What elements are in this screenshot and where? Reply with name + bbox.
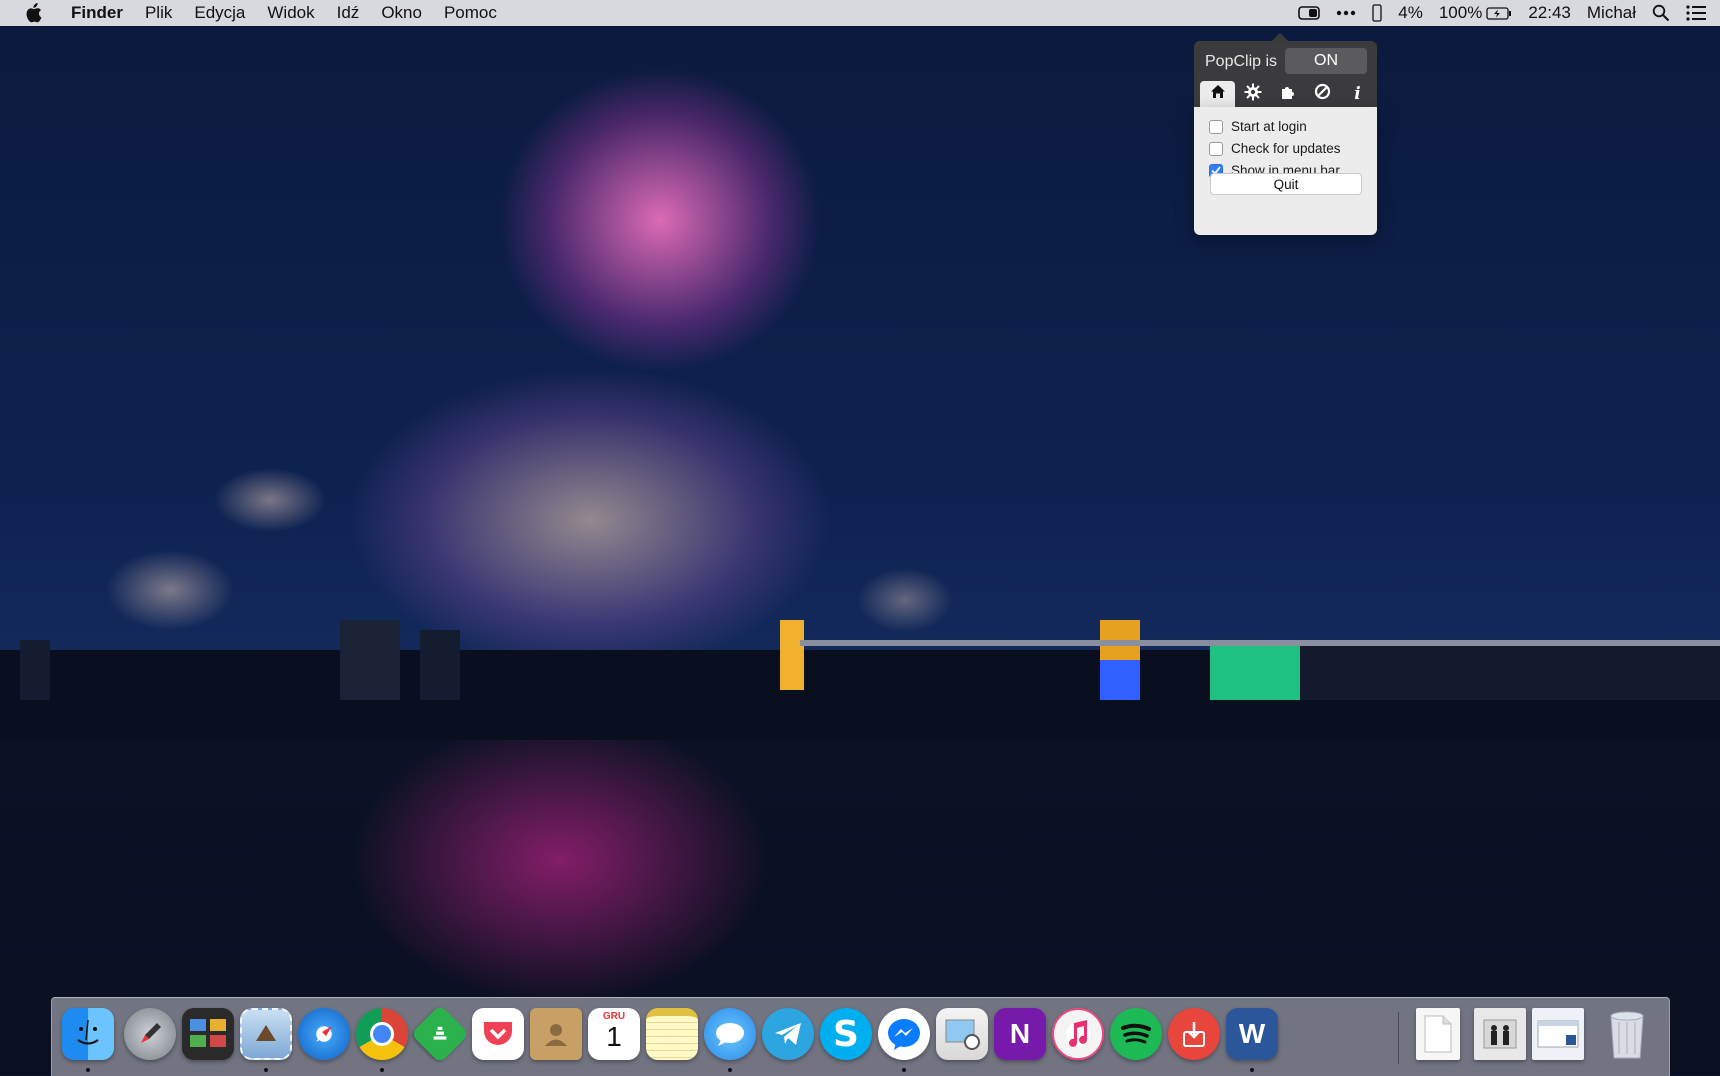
dock-onenote-icon[interactable]: N [994,1008,1046,1060]
user-name[interactable]: Michał [1579,3,1644,23]
battery-status[interactable]: 100% [1431,3,1520,23]
home-icon [1210,84,1226,104]
menu-okno[interactable]: Okno [370,3,433,23]
dock-word-running-indicator [1250,1068,1254,1072]
popover-tabs: i [1200,81,1375,107]
start-at-login-checkbox[interactable] [1209,119,1223,134]
dock-messenger-icon[interactable] [878,1008,930,1060]
tab-info[interactable]: i [1340,81,1375,107]
option-check-for-updates[interactable]: Check for updates [1209,141,1341,156]
popclip-toggle-button[interactable]: ON [1285,48,1367,74]
dock-feedly-icon[interactable] [410,1004,470,1064]
check-for-updates-checkbox[interactable] [1209,141,1223,156]
dock-trash-icon[interactable] [1601,1008,1653,1060]
dock-word-icon[interactable]: W [1226,1008,1278,1060]
dock-chrome-running-indicator [380,1068,384,1072]
dock-safari-icon[interactable] [298,1008,350,1060]
dock-telegram-icon[interactable] [762,1008,814,1060]
dock: GRU 1 S N W [51,997,1670,1076]
start-at-login-label: Start at login [1231,119,1307,134]
menu-idz[interactable]: Idź [326,3,371,23]
dock-mail-running-indicator [264,1068,268,1072]
menu-bar: Finder Plik Edycja Widok Idź Okno Pomoc … [0,0,1720,26]
quit-button[interactable]: Quit [1210,173,1362,195]
dock-spotify-icon[interactable] [1110,1008,1162,1060]
menu-app-name[interactable]: Finder [60,3,134,23]
popclip-popover: PopClip is ON i Start at login Check for… [1194,33,1377,235]
dock-window-stack-icon[interactable] [1532,1008,1584,1060]
battery-percent: 100% [1438,3,1483,22]
dock-notes-icon[interactable] [646,1008,698,1060]
dock-contacts-icon[interactable] [530,1008,582,1060]
dock-itunes-icon[interactable] [1052,1008,1104,1060]
option-start-at-login[interactable]: Start at login [1209,119,1307,134]
menu-pomoc[interactable]: Pomoc [433,3,508,23]
dock-messages-icon[interactable] [704,1008,756,1060]
popover-header: PopClip is ON i [1194,41,1377,107]
dock-finder-icon[interactable] [62,1008,114,1060]
dock-pocket-icon[interactable] [472,1008,524,1060]
dock-downloader-icon[interactable] [1168,1008,1220,1060]
menu-edycja[interactable]: Edycja [183,3,256,23]
dock-finder-running-indicator [86,1068,90,1072]
dock-photos-stack-icon[interactable] [1474,1008,1526,1060]
check-for-updates-label: Check for updates [1231,141,1341,156]
menu-widok[interactable]: Widok [256,3,325,23]
phone-battery-text: 4% [1398,3,1423,22]
clock[interactable]: 22:43 [1520,3,1579,23]
tab-home[interactable] [1200,81,1235,107]
popover-body: Start at login Check for updates Show in… [1194,107,1377,235]
dock-messages-running-indicator [728,1068,732,1072]
blocked-icon [1314,83,1331,105]
popclip-icon[interactable] [1290,6,1328,20]
tab-extensions[interactable] [1270,81,1305,107]
dock-chrome-icon[interactable] [356,1008,408,1060]
city-skyline [0,620,1720,740]
gear-icon [1244,83,1262,106]
popclip-status-label: PopClip is [1205,53,1278,70]
dock-mission-control-icon[interactable] [182,1008,234,1060]
apple-icon[interactable] [0,3,60,23]
dock-document-stack-icon[interactable] [1416,1008,1460,1060]
spotlight-icon[interactable] [1644,4,1678,22]
puzzle-icon [1280,84,1296,105]
dock-skype-icon[interactable]: S [820,1008,872,1060]
calendar-day: 1 [606,1021,622,1052]
phone-icon[interactable] [1364,4,1390,22]
dock-preview-icon[interactable] [936,1008,988,1060]
dock-separator [1398,1012,1399,1064]
menu-plik[interactable]: Plik [134,3,183,23]
dock-mail-icon[interactable] [240,1008,292,1060]
tab-settings[interactable] [1235,81,1270,107]
battery-icon [1486,6,1512,20]
tab-blacklist[interactable] [1305,81,1340,107]
dock-calendar-icon[interactable]: GRU 1 [588,1008,640,1060]
notification-center-icon[interactable] [1678,5,1720,21]
dock-messenger-running-indicator [902,1068,906,1072]
dock-launchpad-icon[interactable] [124,1008,176,1060]
more-icon[interactable] [1328,10,1364,16]
info-icon: i [1354,84,1361,104]
desktop-wallpaper [0,0,1720,1075]
